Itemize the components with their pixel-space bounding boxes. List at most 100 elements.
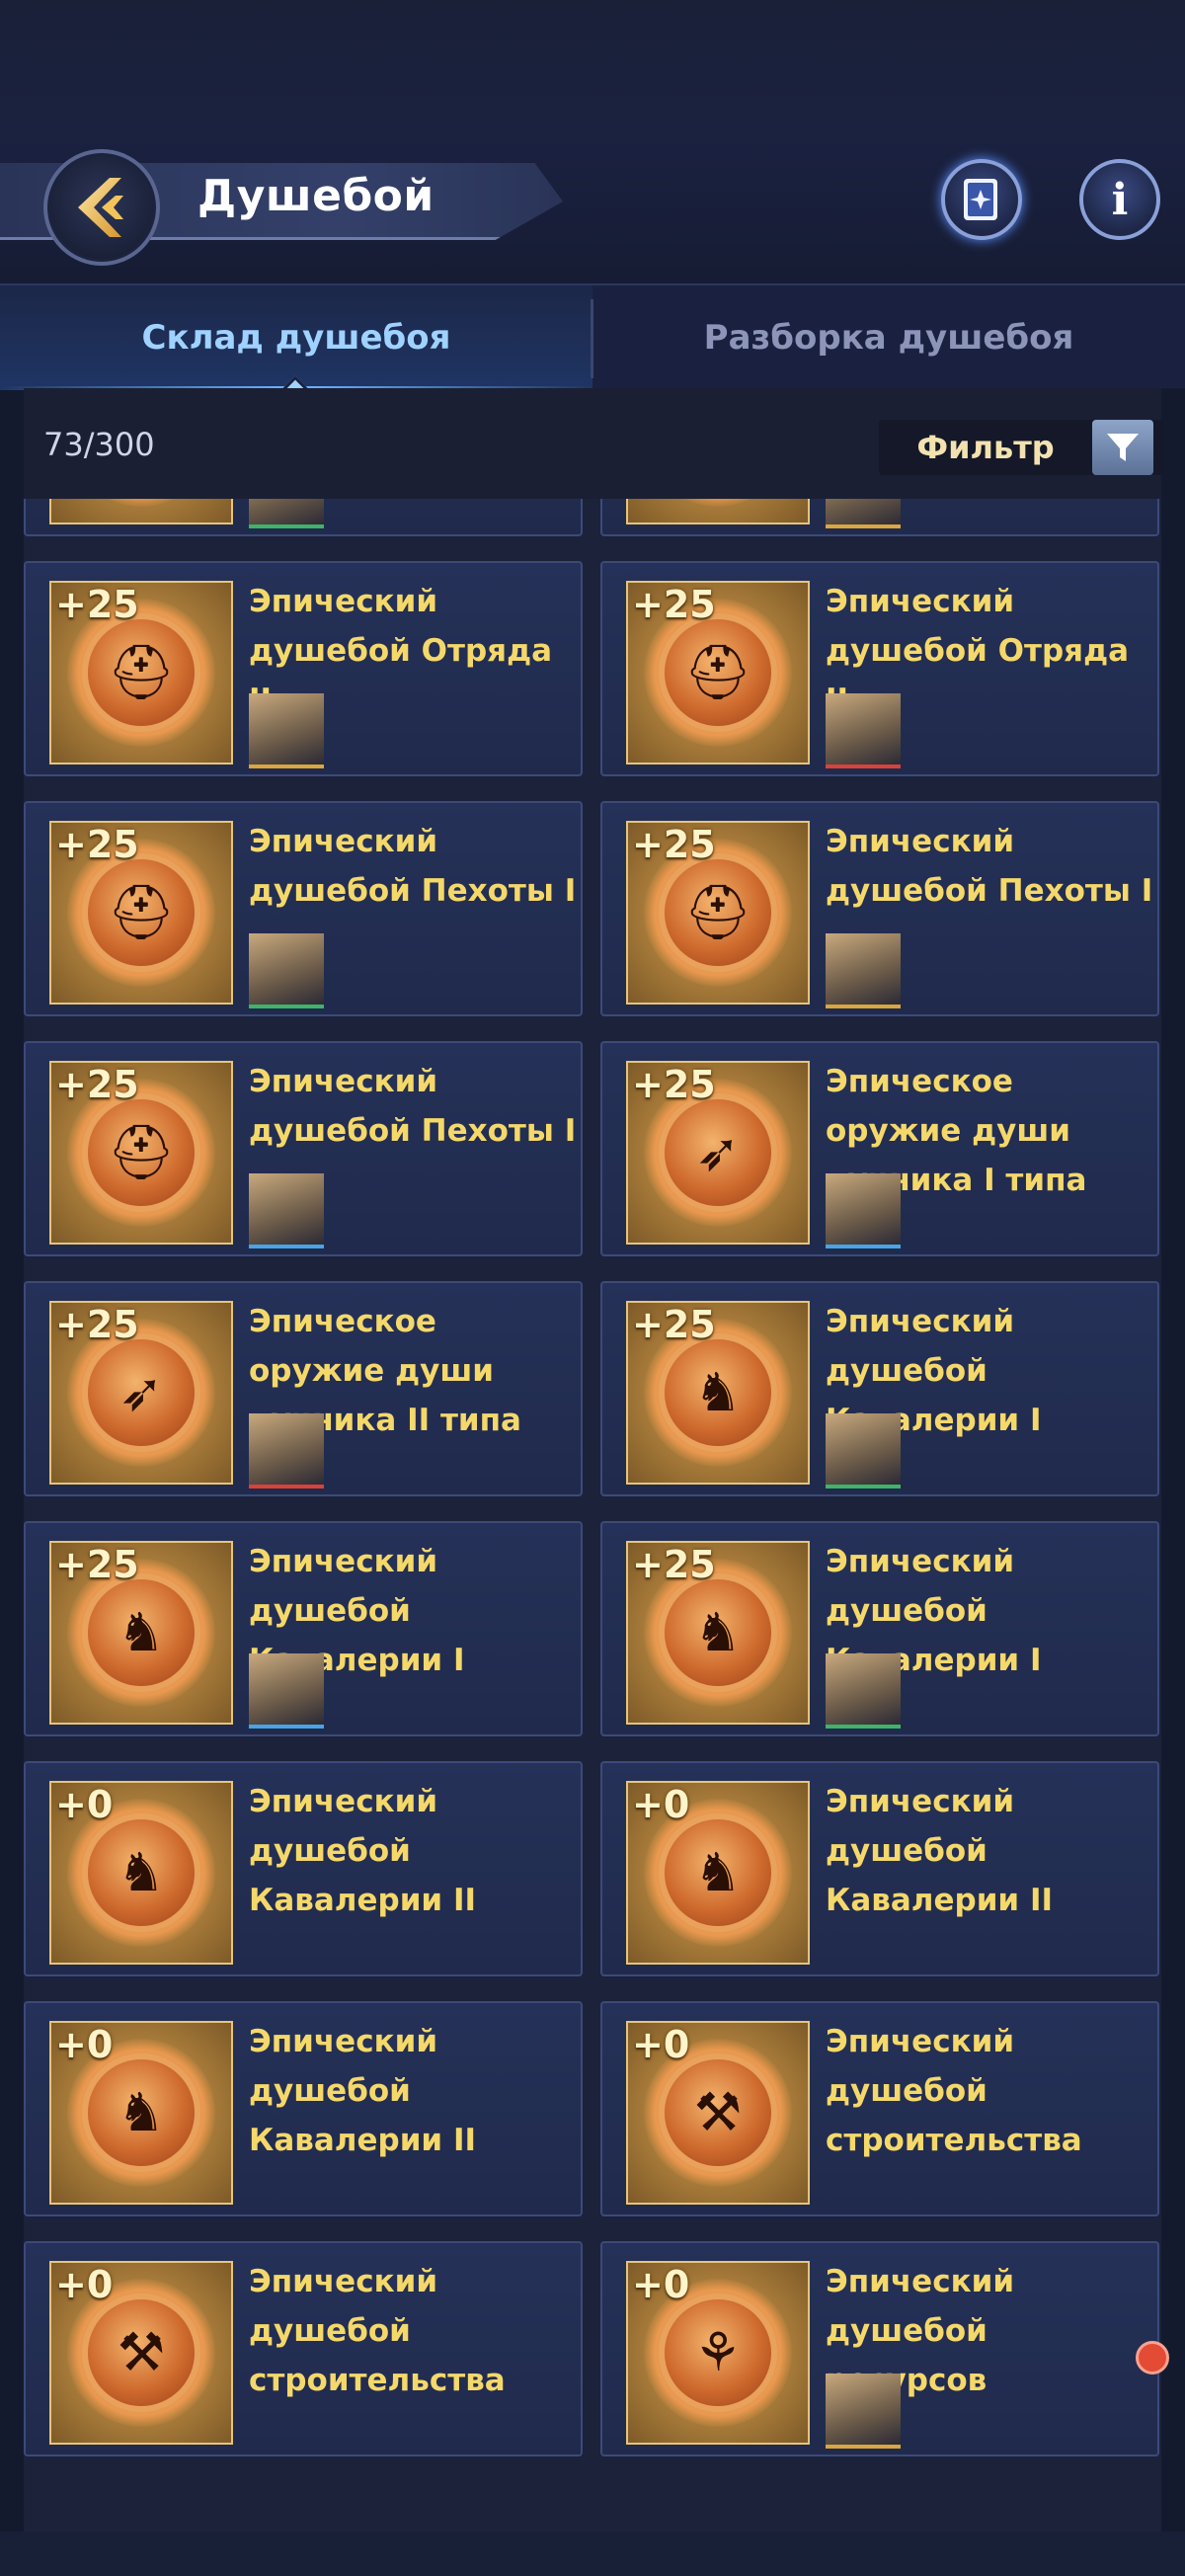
filter-control[interactable]: Фильтр [879, 420, 1163, 475]
soulbeast-item-icon: +0 ⚒ [626, 2021, 810, 2205]
soulbeast-card[interactable]: +25 ♞ Эпический душебой Кавалерии I [24, 1521, 583, 1736]
soulbeast-card[interactable]: +25 ➶ Эпическое оружие души лучника II тип… [24, 1281, 583, 1496]
wheat-icon: ⚘ [693, 2321, 743, 2383]
codex-button[interactable] [941, 159, 1022, 240]
enhance-level-badge: +0 [55, 2263, 114, 2306]
soulbeast-item-icon: +25 ♞ [626, 1301, 810, 1485]
soulbeast-item-icon: +25 ➶ [49, 1301, 233, 1485]
equipped-hero-avatar[interactable] [826, 693, 901, 768]
chevron-left-icon [78, 178, 123, 237]
soulbeast-item-name: Эпический душебой строительства [249, 2264, 506, 2398]
enhance-level-badge: +25 [55, 1303, 139, 1346]
spartan-helmet-icon: ⛑ [107, 881, 176, 943]
soulbeast-card[interactable]: +25⛑Эпический душебой Отряда II [24, 561, 583, 776]
soulbeast-item-name: Эпический душебой строительства [826, 2024, 1082, 2158]
status-area [0, 0, 1185, 143]
equipped-hero-avatar[interactable] [249, 933, 324, 1008]
spartan-helmet-icon: ⛑ [683, 881, 752, 943]
hammer-icon: ⚒ [117, 2321, 166, 2383]
equipped-hero-avatar[interactable] [249, 1173, 324, 1248]
soulbeast-card[interactable]: +25 ⛑ Эпический душебой Пехоты I [24, 801, 583, 1016]
horse-rider-icon: ♞ [117, 2081, 166, 2143]
soulbeast-item-icon: +0 ♞ [49, 2021, 233, 2205]
back-button[interactable] [43, 149, 160, 266]
filter-label: Фильтр [916, 429, 1055, 466]
header-bar: Душебой i [0, 143, 1185, 283]
enhance-level-badge: +25 [632, 823, 716, 866]
enhance-level-badge: +25 [55, 823, 139, 866]
horse-rider-icon: ♞ [693, 1841, 743, 1903]
soulbeast-card[interactable]: +25 ♞ Эпический душебой Кавалерии I [600, 1281, 1159, 1496]
soulbeast-item-icon: +0 ⚒ [49, 2261, 233, 2445]
soulbeast-item-icon: +25 ♞ [626, 1541, 810, 1725]
tab-bar: Склад душебоя Разборка душебоя [0, 283, 1185, 407]
enhance-level-badge: +25 [55, 1543, 139, 1586]
soulbeast-item-icon: +0 ♞ [49, 1781, 233, 1965]
tab-label: Склад душебоя [141, 318, 451, 358]
soulbeast-card[interactable]: +0 ⚘ Эпический душебой ресурсов [600, 2241, 1159, 2456]
info-button[interactable]: i [1079, 159, 1160, 240]
soulbeast-card[interactable]: +25⛑Эпический душебой Отряда I [24, 499, 583, 536]
soulbeast-card[interactable]: +0 ♞ Эпический душебой Кавалерии II [24, 2001, 583, 2216]
soulbeast-item-icon: +25⛑ [49, 499, 233, 524]
soulbeast-card[interactable]: +25⛑Эпический душебой Отряда I [600, 499, 1159, 536]
soulbeast-card[interactable]: +25 ➶ Эпическое оружие души лучника I типа [600, 1041, 1159, 1256]
inventory-count: 73/300 [43, 426, 155, 463]
equipped-hero-avatar[interactable] [249, 499, 324, 528]
soulbeast-card[interactable]: +25 ⛑ Эпический душебой Пехоты I [600, 801, 1159, 1016]
soulbeast-item-icon: +0 ⚘ [626, 2261, 810, 2445]
tab-soulbeast-disassembly[interactable]: Разборка душебоя [592, 285, 1185, 390]
hammer-icon: ⚒ [693, 2081, 743, 2143]
soulbeast-card[interactable]: +25 ♞ Эпический душебой Кавалерии I [600, 1521, 1159, 1736]
soulbeast-card[interactable]: +25 ⛑ Эпический душебой Пехоты I [24, 1041, 583, 1256]
soulbeast-item-icon: +25 ⛑ [626, 581, 810, 765]
soulbeast-item-name: Эпический душебой Пехоты I [249, 1064, 577, 1149]
soulbeast-card[interactable]: +25⛑Эпический душебой Отряда II [600, 561, 1159, 776]
inventory-toolbar: 73/300 Фильтр [24, 388, 1163, 499]
funnel-icon [1107, 434, 1139, 461]
enhance-level-badge: +0 [632, 2263, 690, 2306]
equipped-hero-avatar[interactable] [826, 499, 901, 528]
helmet-icon: ⛑ [683, 641, 752, 703]
soulbeast-item-icon: +25 ⛑ [49, 821, 233, 1005]
equipped-hero-avatar[interactable] [249, 693, 324, 768]
soulbeast-item-name: Эпический душебой Кавалерии II [249, 1784, 477, 1918]
equipped-hero-avatar[interactable] [249, 1653, 324, 1729]
soulbeast-item-name: Эпический душебой Кавалерии II [249, 2024, 477, 2158]
soulbeast-item-name: Эпический душебой Пехоты I [249, 824, 577, 909]
soulbeast-card[interactable]: +0 ♞ Эпический душебой Кавалерии II [600, 1761, 1159, 1976]
soulbeast-item-icon: +25 ♞ [49, 1541, 233, 1725]
enhance-level-badge: +25 [55, 1063, 139, 1106]
enhance-level-badge: +0 [632, 1783, 690, 1826]
equipped-hero-avatar[interactable] [826, 1653, 901, 1729]
book-icon [964, 179, 997, 220]
notification-dot [1136, 2341, 1169, 2375]
bottom-edge [0, 2532, 1185, 2576]
enhance-level-badge: +25 [632, 1303, 716, 1346]
spartan-helmet-icon: ⛑ [107, 1121, 176, 1183]
soulbeast-item-icon: +0 ♞ [626, 1781, 810, 1965]
enhance-level-badge: +25 [632, 583, 716, 626]
soulbeast-item-icon: +25 ➶ [626, 1061, 810, 1245]
equipped-hero-avatar[interactable] [826, 2374, 901, 2449]
horse-rider-icon: ♞ [693, 1601, 743, 1663]
equipped-hero-avatar[interactable] [826, 933, 901, 1008]
tab-soulbeast-storage[interactable]: Склад душебоя [0, 285, 592, 407]
horse-rider-icon: ♞ [117, 1841, 166, 1903]
bow-icon: ➶ [695, 1121, 741, 1183]
enhance-level-badge: +25 [55, 583, 139, 626]
item-grid-viewport[interactable]: +25⛑Эпический душебой Отряда I+25⛑Эпичес… [24, 499, 1161, 2532]
soulbeast-card[interactable]: +0 ⚒ Эпический душебой строительства [600, 2001, 1159, 2216]
equipped-hero-avatar[interactable] [826, 1173, 901, 1248]
filter-button[interactable] [1092, 420, 1153, 475]
page-title: Душебой [198, 171, 434, 221]
soulbeast-card[interactable]: +0 ♞ Эпический душебой Кавалерии II [24, 1761, 583, 1976]
soulbeast-item-name: Эпический душебой Кавалерии II [826, 1784, 1054, 1918]
enhance-level-badge: +0 [632, 2023, 690, 2066]
horse-rider-icon: ♞ [693, 1361, 743, 1423]
soulbeast-card[interactable]: +0 ⚒ Эпический душебой строительства [24, 2241, 583, 2456]
equipped-hero-avatar[interactable] [826, 1413, 901, 1489]
equipped-hero-avatar[interactable] [249, 1413, 324, 1489]
enhance-level-badge: +0 [55, 2023, 114, 2066]
soulbeast-item-name: Эпический душебой Пехоты I [826, 824, 1153, 909]
